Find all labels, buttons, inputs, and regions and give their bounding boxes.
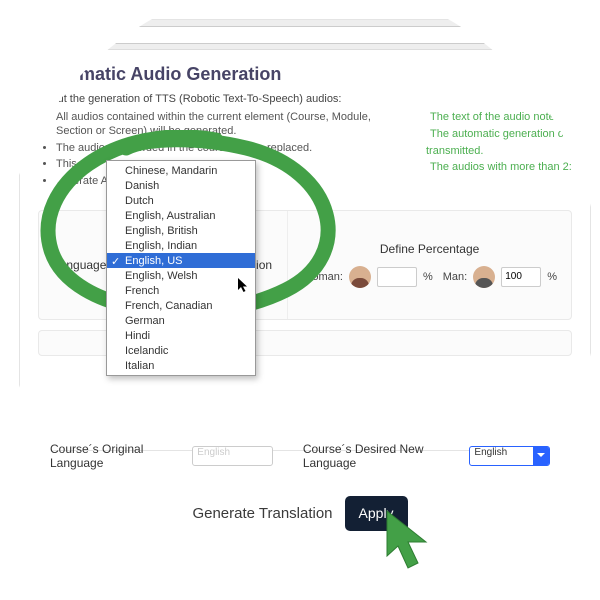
- desired-language-value: English: [474, 447, 507, 458]
- percent-sign: %: [423, 271, 433, 283]
- original-language-select[interactable]: English: [192, 446, 273, 466]
- list-item: transmitted.: [426, 145, 572, 159]
- desired-language-block: Course´s Desired New Language English: [303, 442, 550, 470]
- language-option[interactable]: Italian: [107, 358, 255, 373]
- percent-sign: %: [547, 271, 557, 283]
- language-option[interactable]: Hindi: [107, 328, 255, 343]
- list-item: The audios that …ded in the course will …: [56, 142, 398, 156]
- window-titlebar: [20, 20, 590, 50]
- window-close-icon[interactable]: [32, 29, 43, 40]
- page-subtitle: About the generation of TTS (Robotic Tex…: [38, 93, 572, 105]
- generate-translation-label: Generate Translation: [192, 505, 332, 522]
- list-item: The text of the audio notes w: [430, 111, 572, 125]
- browser-window: Automatic Audio Generation About the gen…: [20, 20, 590, 450]
- language-option[interactable]: Chinese, Mandarin: [107, 163, 255, 178]
- language-option[interactable]: English, Welsh: [107, 268, 255, 283]
- woman-avatar-icon: [349, 266, 371, 288]
- original-language-label: Course´s Original Language: [50, 442, 182, 470]
- language-option[interactable]: French: [107, 283, 255, 298]
- language-option[interactable]: English, Indian: [107, 238, 255, 253]
- language-dropdown[interactable]: Chinese, MandarinDanishDutchEnglish, Aus…: [106, 160, 256, 376]
- window-maximize-icon[interactable]: [68, 29, 79, 40]
- man-percentage-group: Man: %: [443, 266, 557, 288]
- define-percentage-label: Define Percentage: [302, 242, 557, 256]
- list-item: The audios with more than 2:: [430, 161, 572, 175]
- woman-percentage-input[interactable]: [377, 267, 417, 287]
- language-option[interactable]: English, Australian: [107, 208, 255, 223]
- page-title: Automatic Audio Generation: [38, 64, 572, 85]
- apply-button[interactable]: Apply: [345, 496, 408, 531]
- woman-percentage-group: Woman: %: [302, 266, 433, 288]
- search-icon: [551, 30, 561, 40]
- define-percentage-column: Define Percentage Woman: % Man: %: [288, 211, 571, 319]
- man-label: Man:: [443, 271, 467, 283]
- original-language-value: English: [197, 447, 230, 458]
- language-option[interactable]: Danish: [107, 178, 255, 193]
- language-option[interactable]: Dutch: [107, 193, 255, 208]
- desired-language-label: Course´s Desired New Language: [303, 442, 460, 470]
- url-bar[interactable]: [100, 26, 572, 44]
- list-item: The automatic generation of: [430, 128, 572, 142]
- window-minimize-icon[interactable]: [50, 29, 61, 40]
- list-item: All audios contained within the current …: [56, 111, 398, 139]
- man-percentage-input[interactable]: [501, 267, 541, 287]
- language-option[interactable]: English, US: [107, 253, 255, 268]
- original-language-block: Course´s Original Language English: [50, 442, 273, 470]
- man-avatar-icon: [473, 266, 495, 288]
- notes-list-right: The text of the audio notes w The automa…: [412, 111, 572, 192]
- translation-section: Course´s Original Language English Cours…: [0, 442, 600, 531]
- woman-label: Woman:: [302, 271, 343, 283]
- language-option[interactable]: English, British: [107, 223, 255, 238]
- language-option[interactable]: Icelandic: [107, 343, 255, 358]
- desired-language-select[interactable]: English: [469, 446, 550, 466]
- language-option[interactable]: French, Canadian: [107, 298, 255, 313]
- language-option[interactable]: German: [107, 313, 255, 328]
